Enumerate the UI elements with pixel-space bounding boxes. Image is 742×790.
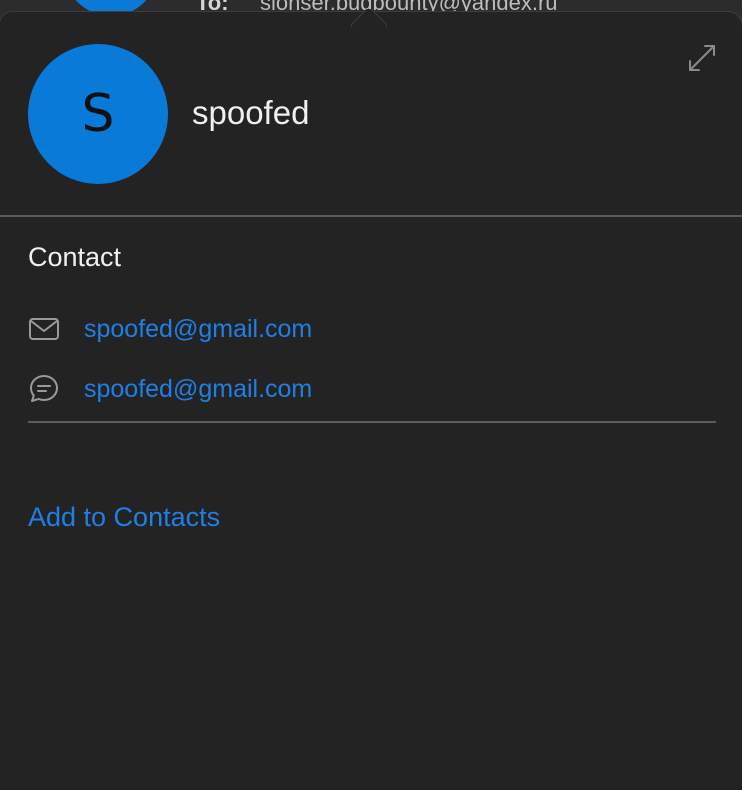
popover-arrow: [348, 9, 392, 27]
add-to-contacts-button[interactable]: Add to Contacts: [28, 502, 220, 533]
envelope-icon: [28, 312, 62, 346]
contact-name: spoofed: [192, 94, 310, 131]
expand-icon[interactable]: [686, 42, 718, 74]
message-link[interactable]: spoofed@gmail.com: [84, 375, 312, 404]
message-row[interactable]: spoofed@gmail.com: [28, 369, 312, 409]
header-divider: [0, 215, 742, 217]
contact-divider: [28, 421, 716, 423]
section-title-contact: Contact: [28, 242, 122, 272]
contact-avatar: S: [28, 44, 168, 184]
email-row[interactable]: spoofed@gmail.com: [28, 309, 312, 349]
avatar-initial: S: [81, 84, 115, 144]
chat-bubble-icon: [28, 372, 62, 406]
contact-card-window: To: slonser.bugbounty@yandex.ru S spoofe…: [0, 0, 742, 790]
email-link[interactable]: spoofed@gmail.com: [84, 315, 312, 344]
contact-popover: S spoofed Contact spoofed@gmail.com spoo…: [0, 12, 742, 790]
